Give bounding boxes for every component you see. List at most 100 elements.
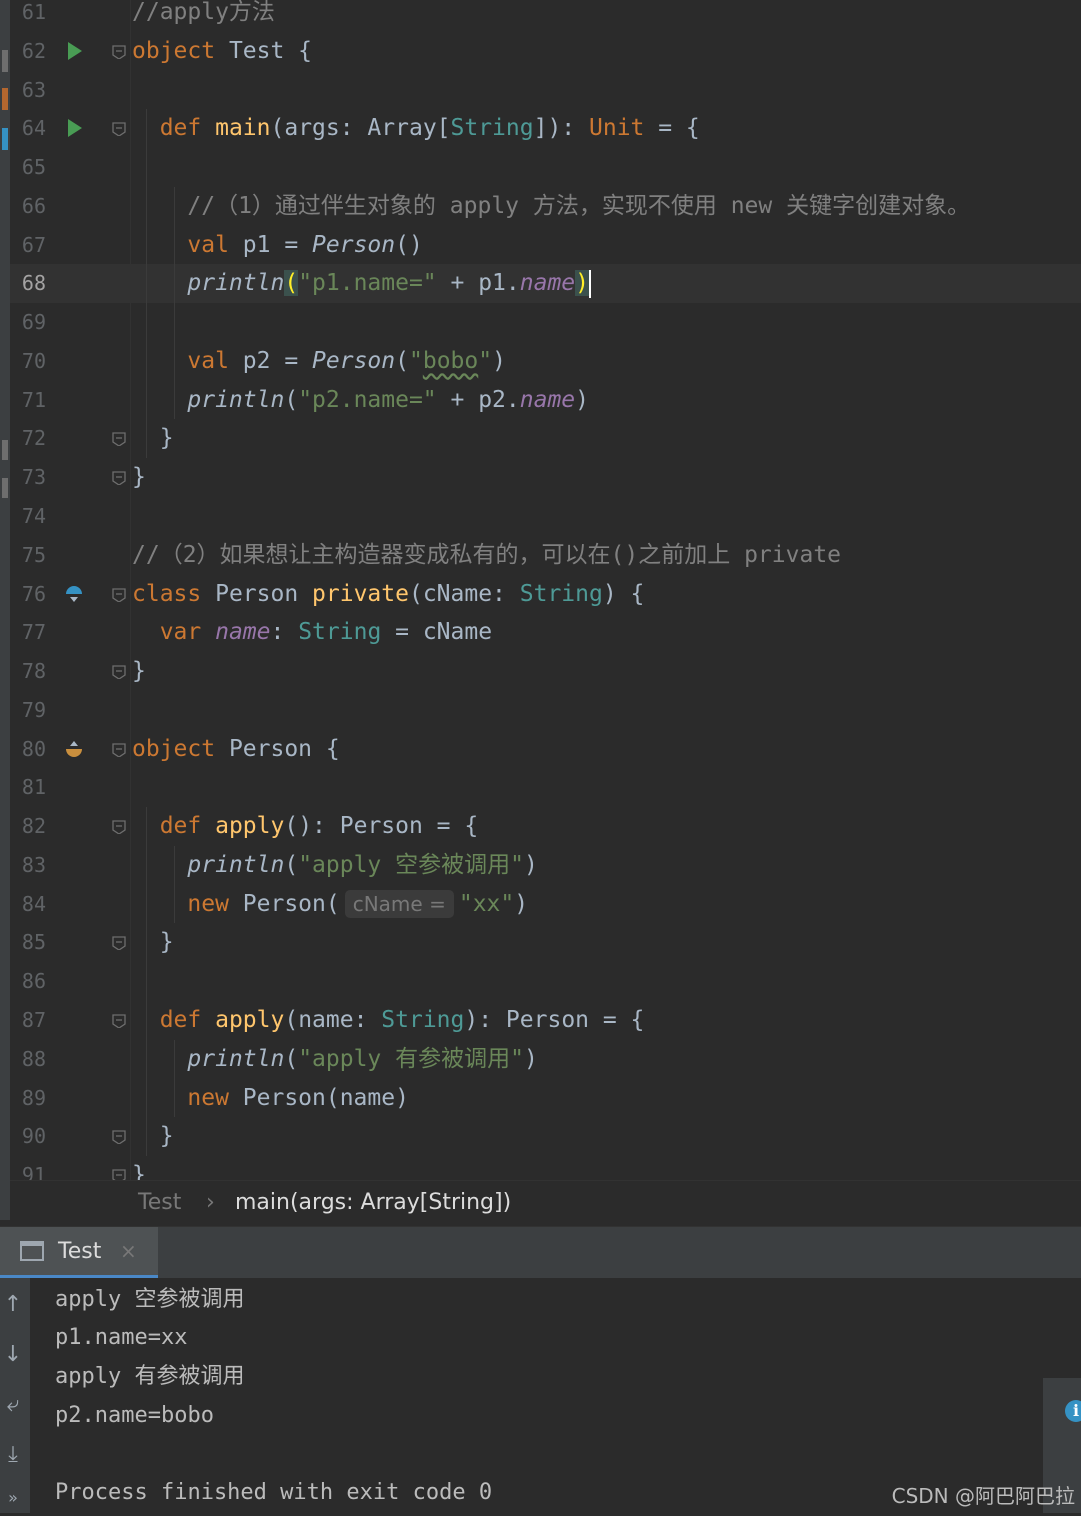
code-line[interactable]: 77 var name: String = cName bbox=[10, 613, 1081, 652]
fold-icon[interactable] bbox=[111, 1129, 126, 1145]
line-number[interactable]: 66 bbox=[10, 187, 46, 226]
line-number[interactable]: 79 bbox=[10, 691, 46, 730]
more-icon[interactable]: » bbox=[0, 1488, 26, 1516]
line-number[interactable]: 65 bbox=[10, 148, 46, 187]
line-number[interactable]: 87 bbox=[10, 1001, 46, 1040]
code-line[interactable]: 72 } bbox=[10, 419, 1081, 458]
code-line[interactable]: 90 } bbox=[10, 1117, 1081, 1156]
line-number[interactable]: 80 bbox=[10, 730, 46, 769]
code-line[interactable]: 74 bbox=[10, 497, 1081, 536]
soft-wrap-icon[interactable]: ⤶ bbox=[0, 1392, 26, 1420]
code-text[interactable]: new Person(cName = "xx") bbox=[132, 885, 528, 924]
line-number[interactable]: 77 bbox=[10, 613, 46, 652]
line-number[interactable]: 62 bbox=[10, 32, 46, 71]
line-number[interactable]: 71 bbox=[10, 381, 46, 420]
code-line[interactable]: 86 bbox=[10, 962, 1081, 1001]
line-number[interactable]: 73 bbox=[10, 458, 46, 497]
close-icon[interactable]: × bbox=[120, 1239, 137, 1263]
fold-icon[interactable] bbox=[111, 935, 126, 951]
code-line[interactable]: 65 bbox=[10, 148, 1081, 187]
line-number[interactable]: 85 bbox=[10, 923, 46, 962]
run-icon[interactable] bbox=[68, 41, 82, 60]
line-number[interactable]: 75 bbox=[10, 536, 46, 575]
arrow-up-icon[interactable]: ↑ bbox=[0, 1292, 26, 1320]
code-line[interactable]: 67 val p1 = Person() bbox=[10, 226, 1081, 265]
line-number[interactable]: 63 bbox=[10, 71, 46, 110]
fold-icon[interactable] bbox=[111, 1013, 126, 1029]
fold-icon[interactable] bbox=[111, 44, 126, 59]
fold-icon[interactable] bbox=[111, 664, 126, 680]
line-number[interactable]: 70 bbox=[10, 342, 46, 381]
code-line[interactable]: 89 new Person(name) bbox=[10, 1079, 1081, 1118]
line-number[interactable]: 76 bbox=[10, 575, 46, 614]
code-line[interactable]: 81 bbox=[10, 768, 1081, 807]
line-number[interactable]: 68 bbox=[10, 264, 46, 303]
code-text[interactable]: def main(args: Array[String]): Unit = { bbox=[132, 109, 700, 148]
code-text[interactable]: } bbox=[132, 923, 174, 962]
code-line[interactable]: 80 object Person { bbox=[10, 730, 1081, 769]
code-line[interactable]: 73} bbox=[10, 458, 1081, 497]
code-text[interactable]: } bbox=[132, 1156, 146, 1180]
line-number[interactable]: 64 bbox=[10, 109, 46, 148]
code-text[interactable]: println("p2.name=" + p2.name) bbox=[132, 381, 589, 420]
fold-icon[interactable] bbox=[111, 1168, 126, 1180]
info-icon[interactable]: i bbox=[1065, 1400, 1081, 1422]
fold-icon[interactable] bbox=[111, 431, 126, 447]
code-line[interactable]: 70 val p2 = Person("bobo") bbox=[10, 342, 1081, 381]
arrow-down-icon[interactable]: ↓ bbox=[0, 1342, 26, 1370]
code-text[interactable]: val p2 = Person("bobo") bbox=[132, 342, 506, 381]
code-line[interactable]: 61 //apply方法 bbox=[10, 0, 1081, 32]
line-number[interactable]: 91 bbox=[10, 1156, 46, 1180]
code-text[interactable]: val p1 = Person() bbox=[132, 226, 422, 265]
code-text[interactable]: //apply方法 bbox=[132, 0, 275, 32]
code-text[interactable]: var name: String = cName bbox=[132, 613, 492, 652]
implements-icon[interactable] bbox=[64, 739, 84, 759]
code-line[interactable]: 78} bbox=[10, 652, 1081, 691]
scroll-to-end-icon[interactable]: ⤓ bbox=[0, 1442, 26, 1470]
fold-icon[interactable] bbox=[111, 742, 126, 757]
code-text[interactable]: } bbox=[132, 419, 174, 458]
line-number[interactable]: 67 bbox=[10, 226, 46, 265]
code-line[interactable]: 76 class Person private(cName: String) { bbox=[10, 575, 1081, 614]
line-number[interactable]: 72 bbox=[10, 419, 46, 458]
code-text[interactable]: println("p1.name=" + p1.name) bbox=[132, 264, 592, 303]
code-text[interactable]: //（1）通过伴生对象的 apply 方法，实现不使用 new 关键字创建对象。 bbox=[132, 187, 970, 226]
fold-icon[interactable] bbox=[111, 587, 126, 602]
code-text[interactable]: object Person { bbox=[132, 730, 340, 769]
code-line[interactable]: 66 //（1）通过伴生对象的 apply 方法，实现不使用 new 关键字创建… bbox=[10, 187, 1081, 226]
code-line[interactable]: 83 println("apply 空参被调用") bbox=[10, 846, 1081, 885]
fold-icon[interactable] bbox=[111, 121, 126, 137]
breadcrumb-item-method[interactable]: main(args: Array[String]) bbox=[235, 1190, 511, 1215]
code-line[interactable]: 62 object Test { bbox=[10, 32, 1081, 71]
code-text[interactable]: } bbox=[132, 1117, 174, 1156]
code-text[interactable]: } bbox=[132, 458, 146, 497]
line-number[interactable]: 84 bbox=[10, 885, 46, 924]
fold-icon[interactable] bbox=[111, 470, 126, 486]
fold-icon[interactable] bbox=[111, 819, 126, 835]
code-line[interactable]: 85 } bbox=[10, 923, 1081, 962]
code-line[interactable]: 68 println("p1.name=" + p1.name) bbox=[10, 264, 1081, 304]
code-text[interactable]: def apply(name: String): Person = { bbox=[132, 1001, 645, 1040]
code-line[interactable]: 75 //（2）如果想让主构造器变成私有的，可以在()之前加上 private bbox=[10, 536, 1081, 575]
implemented-icon[interactable] bbox=[64, 584, 84, 604]
code-line[interactable]: 64 def main(args: Array[String]): Unit =… bbox=[10, 109, 1081, 148]
run-icon[interactable] bbox=[68, 119, 82, 138]
line-number[interactable]: 89 bbox=[10, 1079, 46, 1118]
code-line[interactable]: 88 println("apply 有参被调用") bbox=[10, 1040, 1081, 1079]
code-text[interactable]: } bbox=[132, 652, 146, 691]
code-line[interactable]: 69 bbox=[10, 303, 1081, 342]
code-line[interactable]: 79 bbox=[10, 691, 1081, 730]
line-number[interactable]: 61 bbox=[10, 0, 46, 32]
code-line[interactable]: 87 def apply(name: String): Person = { bbox=[10, 1001, 1081, 1040]
code-text[interactable]: //（2）如果想让主构造器变成私有的，可以在()之前加上 private bbox=[132, 536, 841, 575]
code-line[interactable]: 91} bbox=[10, 1156, 1081, 1180]
code-text[interactable]: println("apply 空参被调用") bbox=[132, 846, 537, 885]
line-number[interactable]: 83 bbox=[10, 846, 46, 885]
code-text[interactable]: def apply(): Person = { bbox=[132, 807, 479, 846]
code-text[interactable]: object Test { bbox=[132, 32, 312, 71]
code-line[interactable]: 82 def apply(): Person = { bbox=[10, 807, 1081, 846]
code-line[interactable]: 71 println("p2.name=" + p2.name) bbox=[10, 381, 1081, 420]
code-line[interactable]: 84 new Person(cName = "xx") bbox=[10, 885, 1081, 924]
line-number[interactable]: 90 bbox=[10, 1117, 46, 1156]
console-output[interactable]: apply 空参被调用 p1.name=xx apply 有参被调用 p2.na… bbox=[30, 1278, 1081, 1513]
